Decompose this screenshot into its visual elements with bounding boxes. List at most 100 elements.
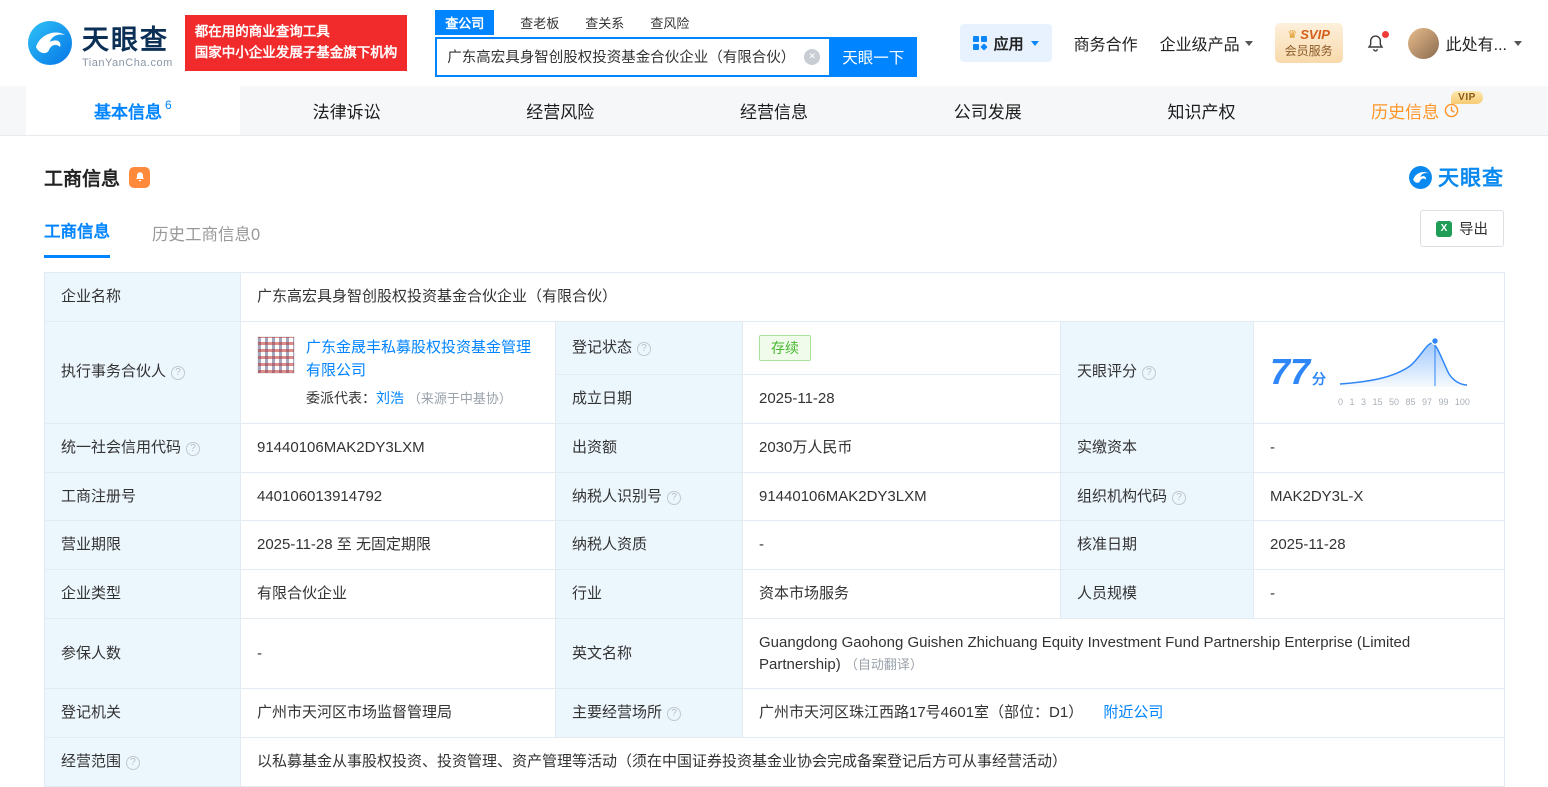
search-input[interactable] (435, 37, 829, 77)
help-icon[interactable]: ? (186, 442, 200, 456)
business-info-table: 企业名称 广东高宏具身智创股权投资基金合伙企业（有限合伙） 执行事务合伙人? 广… (44, 272, 1505, 787)
tab-operating-risk-label: 经营风险 (526, 98, 594, 123)
clear-icon[interactable] (804, 49, 820, 65)
help-icon[interactable]: ? (126, 756, 140, 770)
table-row: 营业期限 2025-11-28 至 无固定期限 纳税人资质 - 核准日期 202… (45, 521, 1505, 570)
tab-intellectual-property[interactable]: 知识产权 (1095, 86, 1309, 135)
field-label-company-type: 企业类型 (45, 570, 241, 619)
notification-dot (1382, 31, 1389, 38)
svip-member-badge[interactable]: ♛ SVIP 会员服务 (1275, 23, 1343, 62)
link-business-cooperation[interactable]: 商务合作 (1074, 31, 1138, 55)
table-row: 企业类型 有限合伙企业 行业 资本市场服务 人员规模 - (45, 570, 1505, 619)
tab-operating-info-label: 经营信息 (740, 98, 808, 123)
watermark-logo: 天眼查 (1408, 162, 1504, 192)
search-button[interactable]: 天眼一下 (829, 37, 917, 77)
member-service-label: 会员服务 (1285, 44, 1333, 59)
promo-banner: 都在用的商业查询工具 国家中小企业发展子基金旗下机构 (185, 15, 408, 71)
field-value-company-name: 广东高宏具身智创股权投资基金合伙企业（有限合伙） (241, 273, 1505, 322)
search-tab-risk[interactable]: 查风险 (650, 10, 689, 35)
header-right: 应用 商务合作 企业级产品 ♛ SVIP 会员服务 此处有... (960, 23, 1522, 62)
search-tab-boss[interactable]: 查老板 (520, 10, 559, 35)
score-curve-chart[interactable]: 0131550859799100 (1338, 336, 1470, 409)
table-row: 执行事务合伙人? 广东金晟丰私募股权投资基金管理有限公司 委派代表：刘浩 （来源… (45, 321, 1505, 374)
business-cooperation-label: 商务合作 (1074, 31, 1138, 55)
delegate-source: （来源于中基协） (408, 391, 512, 406)
history-clock-icon (1444, 103, 1459, 118)
promo-line2: 国家中小企业发展子基金旗下机构 (195, 43, 398, 64)
search-box (435, 37, 829, 77)
field-label-tianyan-score: 天眼评分? (1061, 321, 1254, 423)
field-value-executive-partner: 广东金晟丰私募股权投资基金管理有限公司 委派代表：刘浩 （来源于中基协） (241, 321, 556, 423)
help-icon[interactable]: ? (1142, 366, 1156, 380)
tab-legal-proceedings[interactable]: 法律诉讼 (240, 86, 454, 135)
notifications-bell[interactable] (1365, 33, 1386, 54)
company-nav-tabs: 基本信息 6 法律诉讼 经营风险 经营信息 公司发展 知识产权 VIP 历史信息 (0, 86, 1548, 136)
link-enterprise-products[interactable]: 企业级产品 (1160, 31, 1253, 55)
field-value-industry: 资本市场服务 (743, 570, 1061, 619)
field-value-registration-number: 440106013914792 (241, 472, 556, 521)
field-label-taxpayer-id: 纳税人识别号? (556, 472, 743, 521)
field-label-establishment-date: 成立日期 (556, 375, 743, 424)
apps-label: 应用 (994, 33, 1024, 54)
tab-history-info-label: 历史信息 (1371, 98, 1439, 123)
chevron-down-icon (1031, 41, 1039, 46)
tianyancha-logo[interactable]: 天眼查 TianYanCha.com (26, 18, 173, 69)
chevron-down-icon (1245, 41, 1253, 46)
field-label-credit-code: 统一社会信用代码? (45, 423, 241, 472)
help-icon[interactable]: ? (171, 366, 185, 380)
search-tab-company[interactable]: 查公司 (435, 10, 494, 35)
help-icon[interactable]: ? (1172, 491, 1186, 505)
field-label-org-code: 组织机构代码? (1061, 472, 1254, 521)
export-button[interactable]: 导出 (1420, 210, 1504, 247)
score-value: 77分 (1270, 354, 1326, 390)
tab-intellectual-property-label: 知识产权 (1167, 98, 1235, 123)
field-value-business-term: 2025-11-28 至 无固定期限 (241, 521, 556, 570)
apps-menu[interactable]: 应用 (960, 24, 1052, 62)
tianyancha-mini-icon (1408, 165, 1433, 190)
tab-company-development[interactable]: 公司发展 (881, 86, 1095, 135)
table-row: 企业名称 广东高宏具身智创股权投资基金合伙企业（有限合伙） (45, 273, 1505, 322)
field-value-tianyan-score: 77分 01315508597991 (1254, 321, 1505, 423)
tab-operating-info[interactable]: 经营信息 (667, 86, 881, 135)
delegate-link[interactable]: 刘浩 (376, 390, 404, 406)
subscribe-bell-icon[interactable] (129, 167, 150, 188)
tab-company-development-label: 公司发展 (954, 98, 1022, 123)
section-header: 工商信息 天眼查 (44, 162, 1504, 192)
table-row: 参保人数 - 英文名称 Guangdong Gaohong Guishen Zh… (45, 618, 1505, 689)
field-label-company-name: 企业名称 (45, 273, 241, 322)
tab-history-info[interactable]: VIP 历史信息 (1308, 86, 1522, 135)
tab-legal-proceedings-label: 法律诉讼 (313, 98, 381, 123)
field-value-taxpayer-id: 91440106MAK2DY3LXM (743, 472, 1061, 521)
tab-basic-info[interactable]: 基本信息 6 (26, 86, 240, 135)
field-label-capital: 出资额 (556, 423, 743, 472)
field-label-business-address: 主要经营场所? (556, 689, 743, 738)
watermark-logo-text: 天眼查 (1438, 162, 1504, 192)
field-value-paid-capital: - (1254, 423, 1505, 472)
nearby-companies-link[interactable]: 附近公司 (1103, 704, 1163, 721)
field-label-english-name: 英文名称 (556, 618, 743, 689)
help-icon[interactable]: ? (667, 491, 681, 505)
tab-operating-risk[interactable]: 经营风险 (453, 86, 667, 135)
field-value-business-scope: 以私募基金从事股权投资、投资管理、资产管理等活动（须在中国证券投资基金业协会完成… (241, 738, 1505, 787)
search-tabs: 查公司 查老板 查关系 查风险 (435, 10, 917, 36)
partner-company-logo (257, 336, 295, 374)
field-label-business-scope: 经营范围? (45, 738, 241, 787)
user-menu[interactable]: 此处有... (1408, 28, 1522, 59)
partner-company-link[interactable]: 广东金晟丰私募股权投资基金管理有限公司 (306, 339, 531, 379)
help-icon[interactable]: ? (667, 707, 681, 721)
field-label-staff-size: 人员规模 (1061, 570, 1254, 619)
business-info-subtabs: 工商信息 历史工商信息0 导出 (44, 218, 1504, 258)
logo-brand-text: 天眼查 (82, 18, 173, 57)
field-value-approval-date: 2025-11-28 (1254, 521, 1505, 570)
field-value-company-type: 有限合伙企业 (241, 570, 556, 619)
auto-translate-note: （自动翻译） (845, 657, 923, 672)
export-label: 导出 (1459, 218, 1488, 239)
subtab-history-business-info[interactable]: 历史工商信息0 (152, 221, 260, 258)
search-tab-relation[interactable]: 查关系 (585, 10, 624, 35)
tab-basic-info-label: 基本信息 (94, 98, 162, 123)
field-value-credit-code: 91440106MAK2DY3LXM (241, 423, 556, 472)
basic-info-count-badge: 6 (165, 98, 172, 112)
svip-label: SVIP (1300, 27, 1330, 43)
help-icon[interactable]: ? (637, 342, 651, 356)
subtab-business-info[interactable]: 工商信息 (44, 218, 110, 258)
